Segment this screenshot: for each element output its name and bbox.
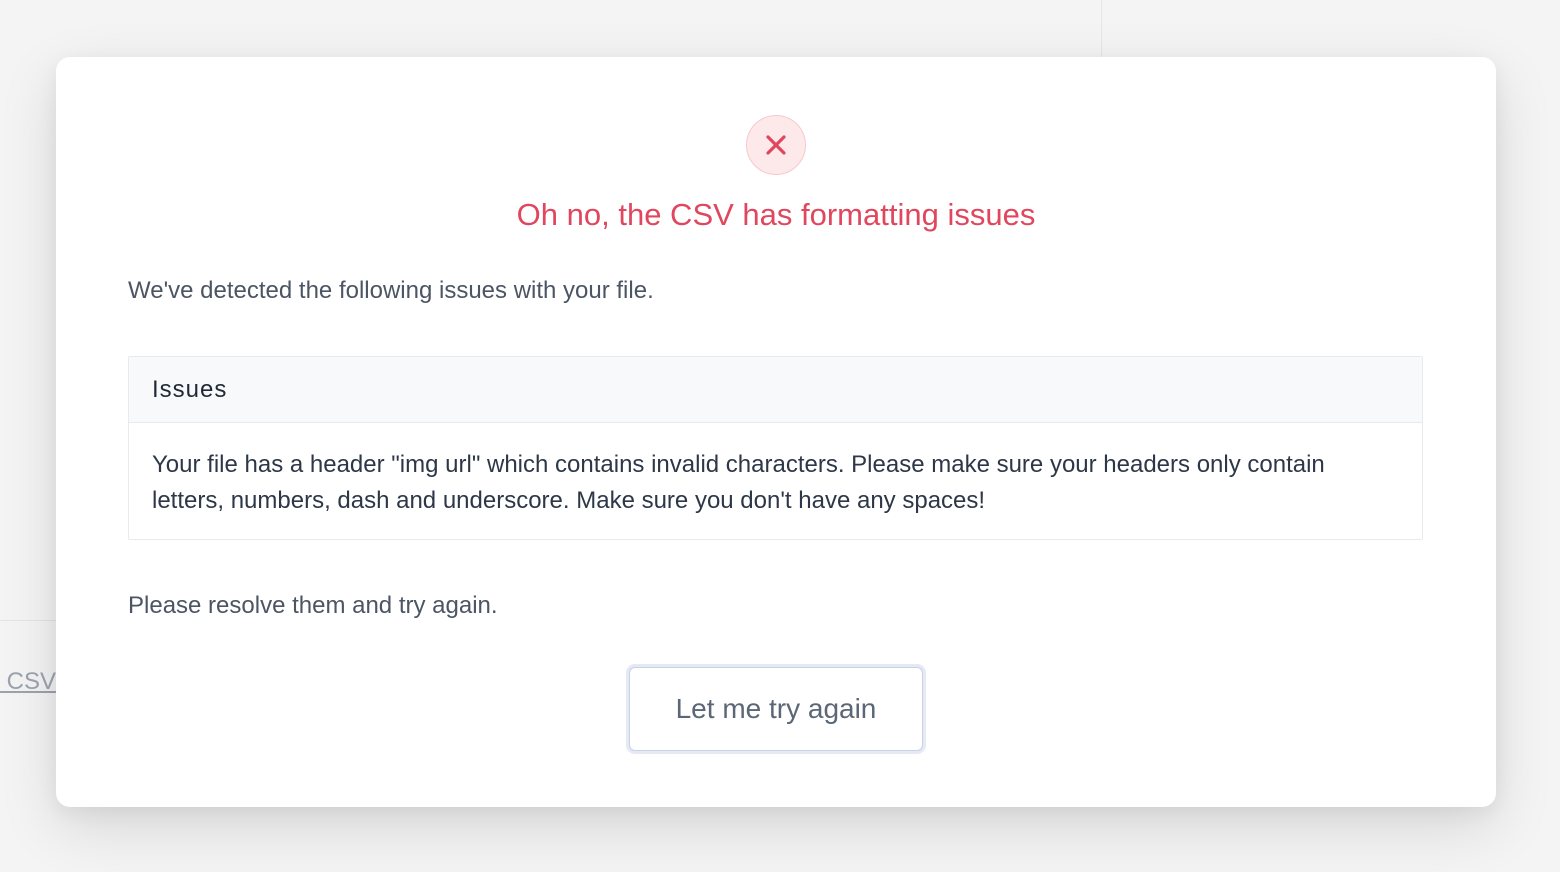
background-divider (1101, 0, 1102, 58)
issues-header: Issues (129, 357, 1422, 423)
background-divider (0, 620, 56, 621)
close-x-icon (746, 115, 806, 175)
x-glyph (766, 135, 786, 155)
retry-button[interactable]: Let me try again (629, 667, 923, 751)
outro-text: Please resolve them and try again. (128, 592, 498, 619)
issues-panel: Issues Your file has a header "img url" … (128, 356, 1423, 540)
error-modal: Oh no, the CSV has formatting issues We'… (56, 57, 1496, 807)
background-link: Review CSV (0, 668, 56, 695)
modal-title: Oh no, the CSV has formatting issues (516, 197, 1036, 232)
intro-text: We've detected the following issues with… (128, 277, 654, 304)
issue-item: Your file has a header "img url" which c… (152, 451, 1325, 514)
